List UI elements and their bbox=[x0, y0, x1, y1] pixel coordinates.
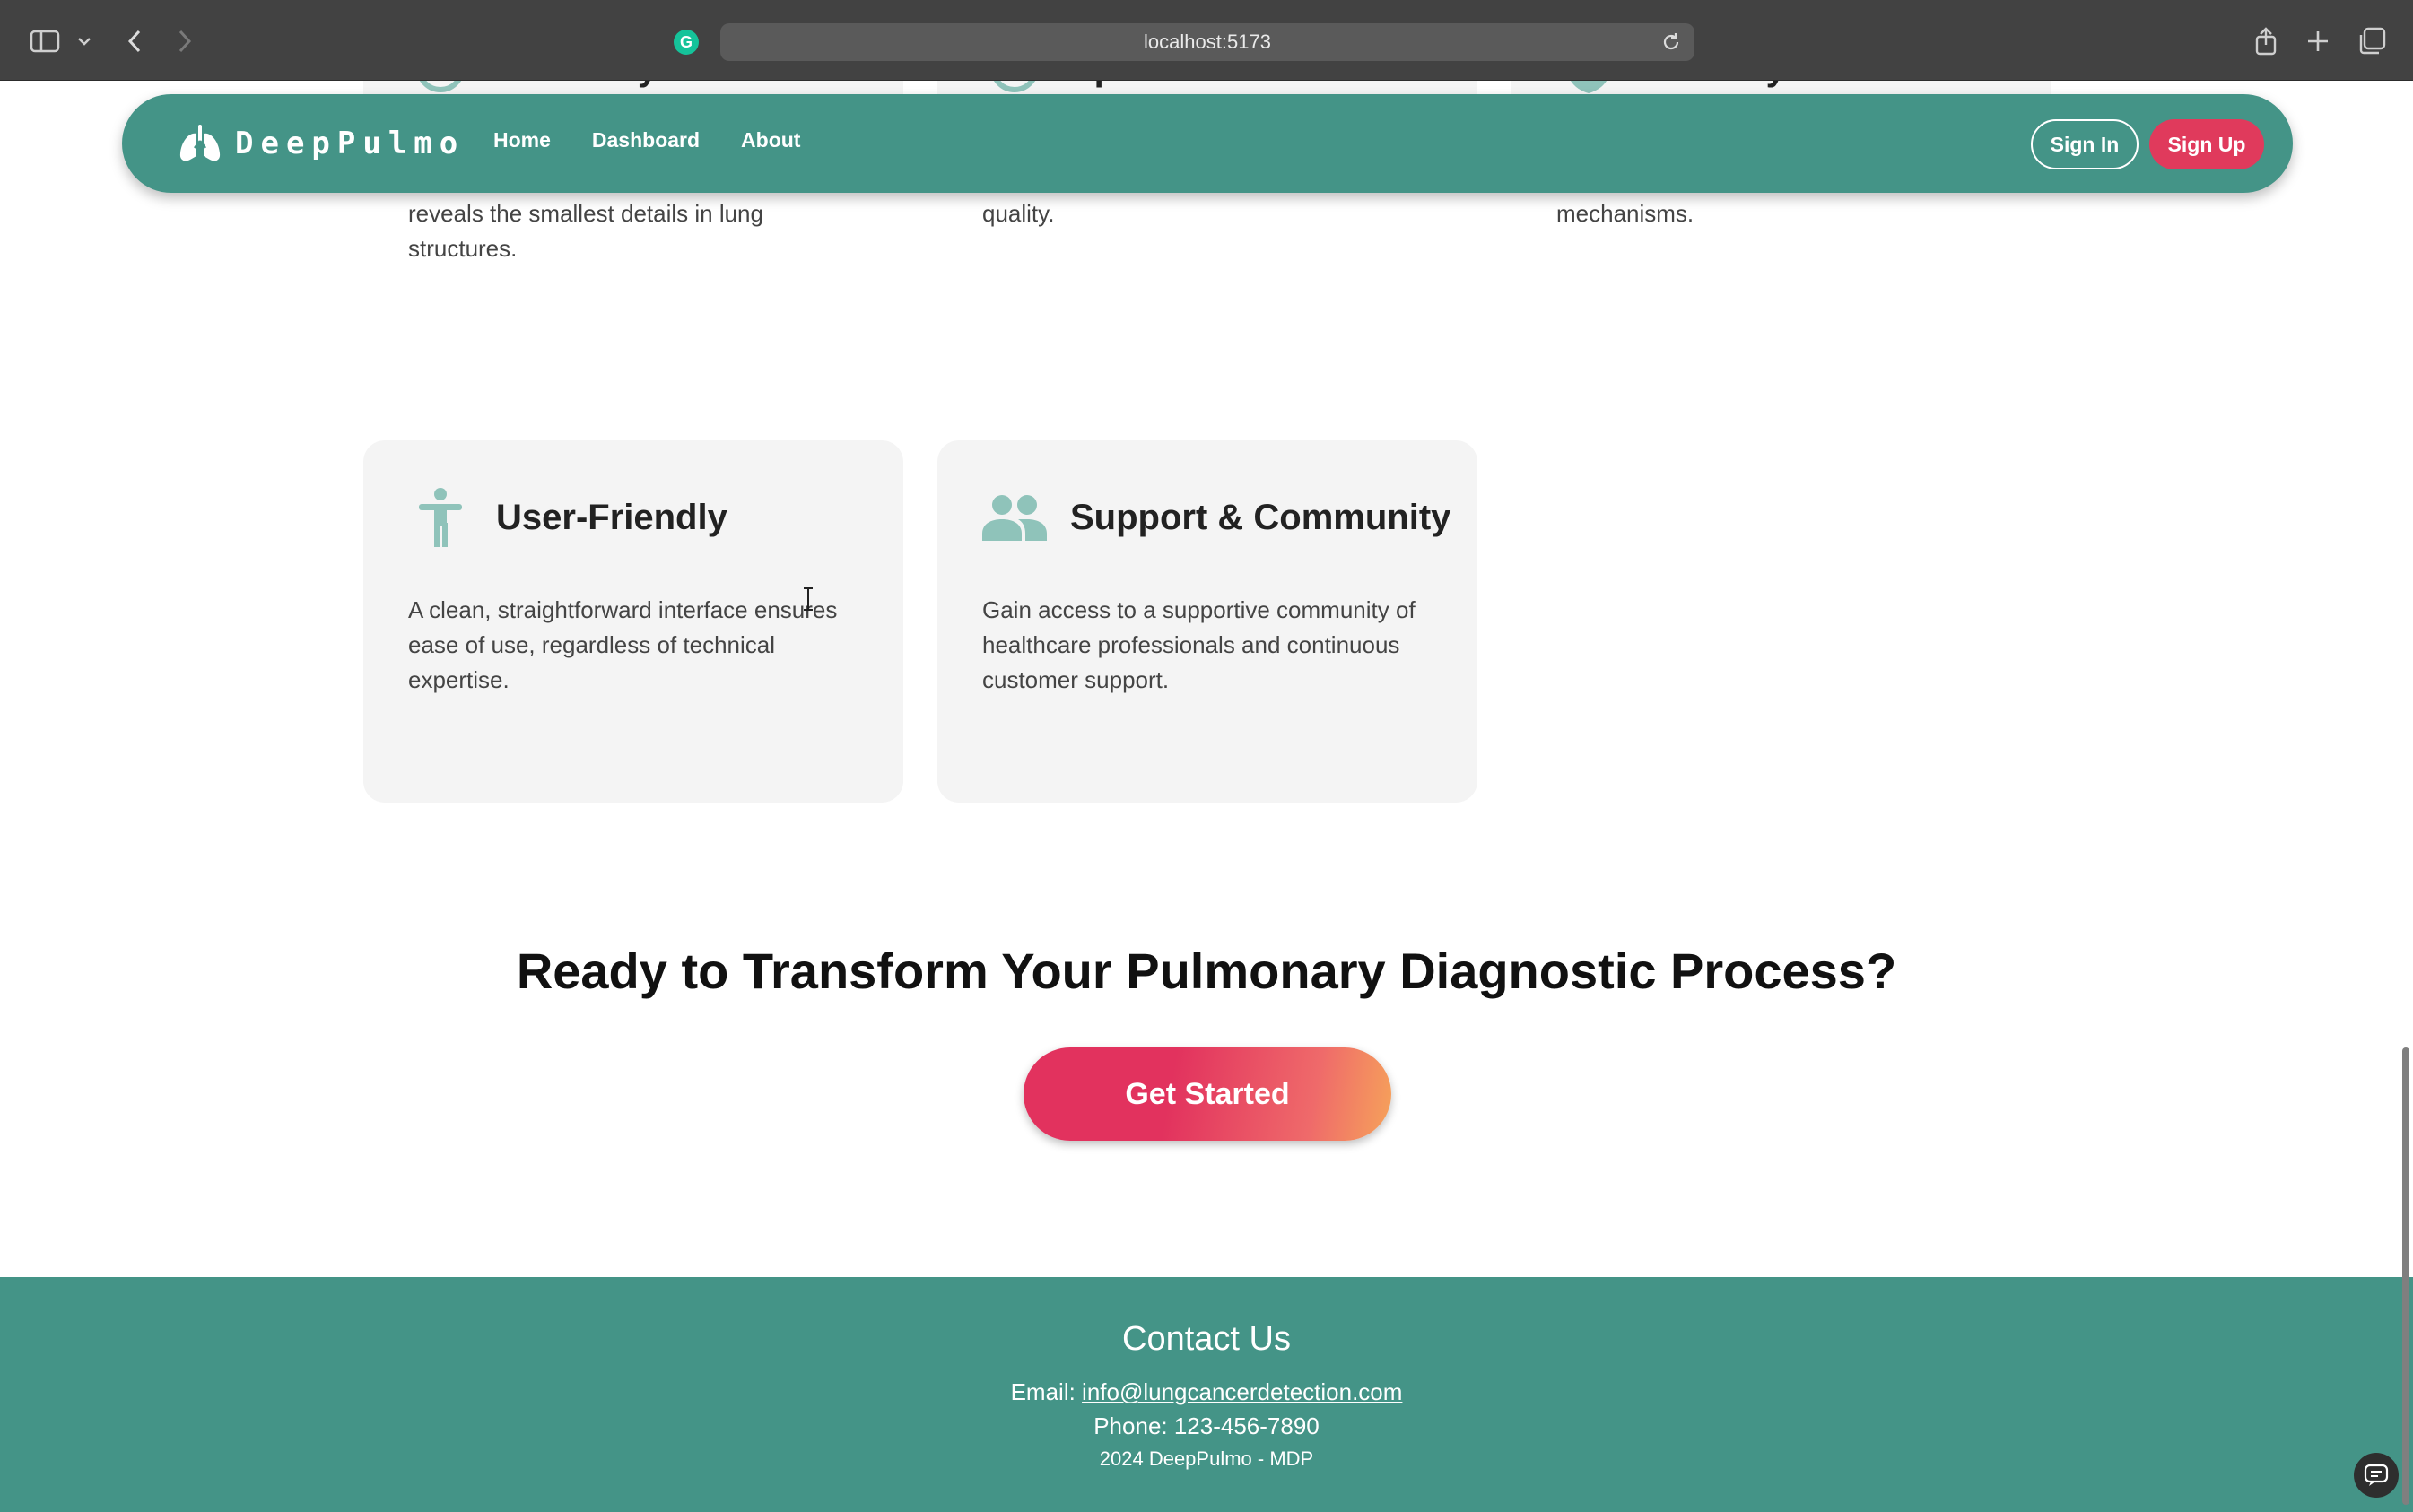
text-cursor-icon bbox=[804, 587, 813, 611]
chat-icon bbox=[2364, 1464, 2389, 1486]
footer-copyright: 2024 DeepPulmo - MDP bbox=[1099, 1447, 1314, 1470]
url-text: localhost:5173 bbox=[1144, 30, 1271, 53]
email-link[interactable]: info@lungcancerdetection.com bbox=[1082, 1378, 1402, 1405]
back-icon[interactable] bbox=[117, 23, 152, 59]
nav-link-about[interactable]: About bbox=[741, 128, 800, 152]
new-tab-icon[interactable] bbox=[2300, 23, 2336, 59]
footer-phone: Phone: 123-456-7890 bbox=[1093, 1412, 1320, 1439]
accessibility-icon bbox=[408, 485, 473, 550]
sidebar-icon[interactable] bbox=[27, 23, 63, 59]
get-started-button[interactable]: Get Started bbox=[1024, 1047, 1391, 1141]
scrollbar[interactable] bbox=[2402, 1047, 2409, 1505]
feature-title: Speed bbox=[1070, 81, 1178, 89]
share-icon[interactable] bbox=[2248, 23, 2284, 59]
chevron-down-icon[interactable] bbox=[66, 23, 102, 59]
navbar: DeepPulmo Home Dashboard About Sign In S… bbox=[122, 94, 2293, 193]
grammarly-icon[interactable]: G bbox=[674, 30, 699, 55]
footer: Contact Us Email: info@lungcancerdetecti… bbox=[0, 1277, 2413, 1512]
feature-title: Accuracy & Precision bbox=[496, 81, 865, 89]
tabs-overview-icon[interactable] bbox=[2354, 23, 2390, 59]
feature-text: Gain access to a supportive community of… bbox=[982, 596, 1416, 693]
address-bar[interactable]: localhost:5173 bbox=[720, 23, 1694, 61]
footer-heading: Contact Us bbox=[1122, 1320, 1291, 1358]
feature-text: A clean, straightforward interface ensur… bbox=[408, 596, 838, 693]
browser-toolbar: G localhost:5173 bbox=[0, 0, 2413, 81]
footer-email: Email: info@lungcancerdetection.com bbox=[0, 1378, 2413, 1406]
chat-widget-button[interactable] bbox=[2354, 1453, 2399, 1498]
nav-link-home[interactable]: Home bbox=[493, 128, 551, 152]
cta-title: Ready to Transform Your Pulmonary Diagno… bbox=[516, 943, 1897, 999]
feature-card-user-friendly: User-Friendly A clean, straightforward i… bbox=[363, 440, 903, 803]
brand[interactable]: DeepPulmo bbox=[178, 121, 465, 166]
people-icon bbox=[982, 485, 1047, 550]
feature-title: Support & Community bbox=[1070, 497, 1451, 537]
lungs-icon bbox=[179, 125, 221, 161]
sign-up-button[interactable]: Sign Up bbox=[2149, 119, 2264, 169]
feature-card-support: Support & Community Gain access to a sup… bbox=[937, 440, 1477, 803]
reload-icon[interactable] bbox=[1660, 31, 1682, 53]
email-label: Email: bbox=[1010, 1378, 1083, 1405]
sign-in-button[interactable]: Sign In bbox=[2031, 119, 2139, 169]
nav-link-dashboard[interactable]: Dashboard bbox=[592, 128, 700, 152]
forward-icon[interactable] bbox=[167, 23, 203, 59]
page-viewport: Accuracy & Precision (SAM) for finely-tu… bbox=[0, 81, 2413, 1512]
feature-title: Security bbox=[1644, 81, 1786, 89]
brand-name: DeepPulmo bbox=[235, 126, 466, 161]
feature-title: User-Friendly bbox=[496, 497, 727, 537]
